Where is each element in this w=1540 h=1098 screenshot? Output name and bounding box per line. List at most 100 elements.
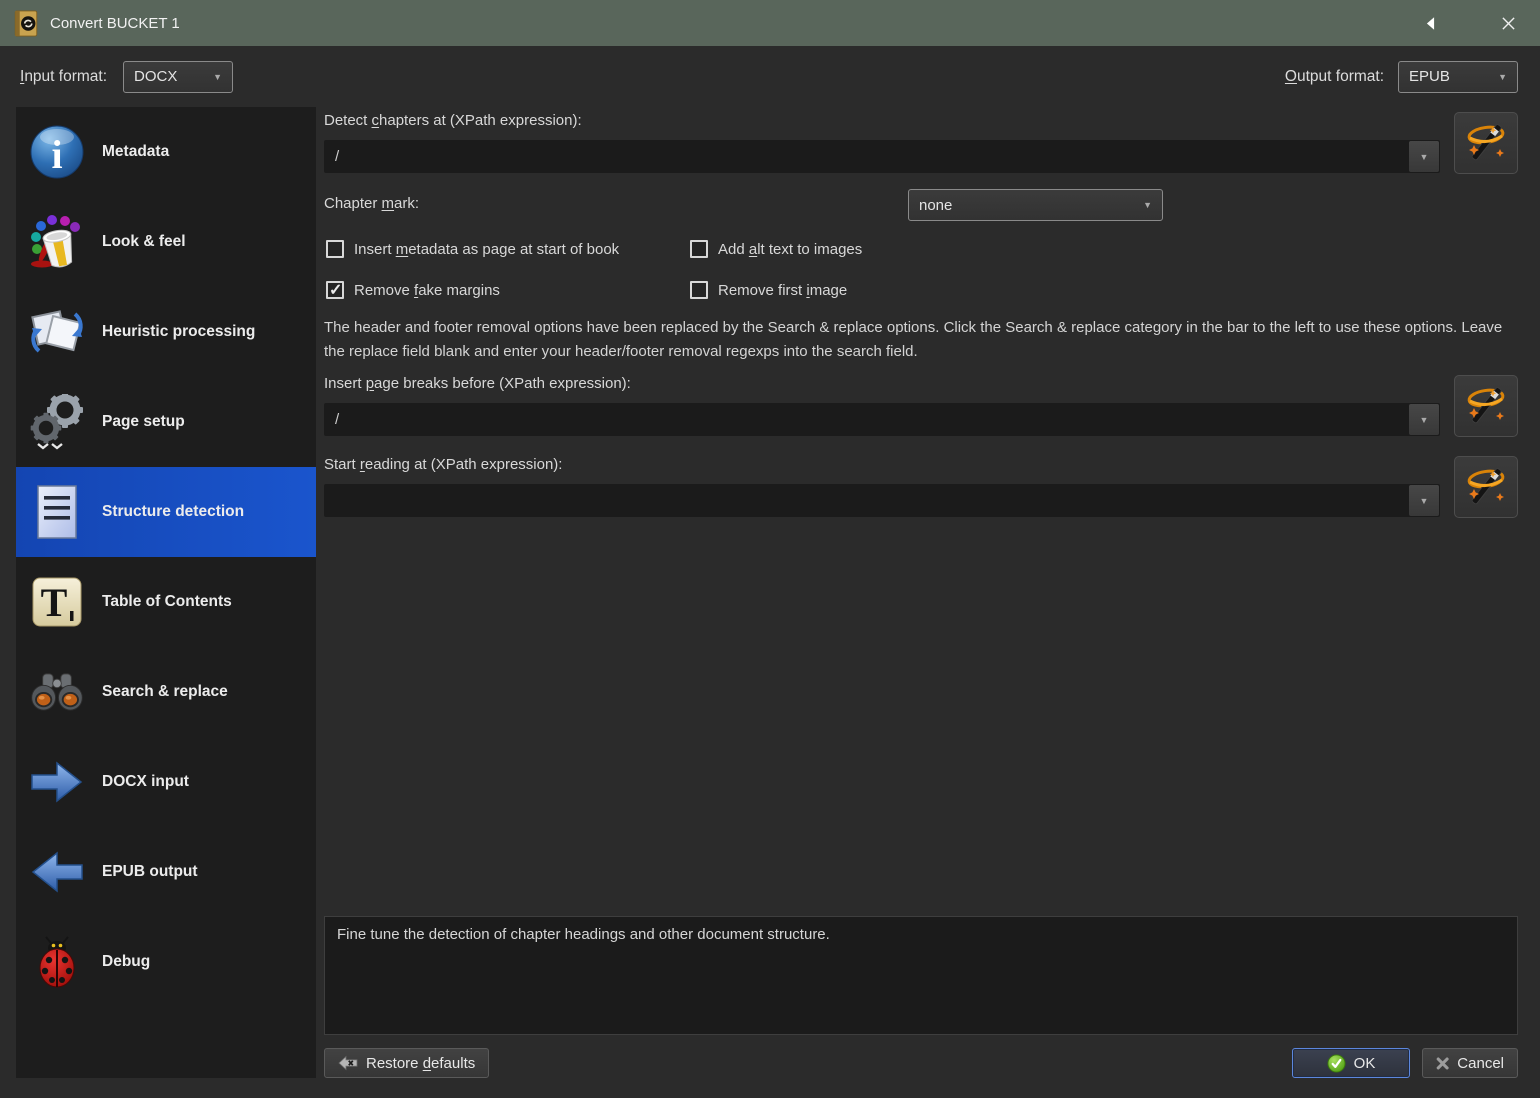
combo-dropdown-button[interactable]: ▼ — [1409, 404, 1439, 435]
sidebar-item-label: Debug — [102, 950, 150, 974]
sidebar-item-label: Look & feel — [102, 230, 186, 254]
sidebar-item-heuristic-processing[interactable]: Heuristic processing — [16, 287, 316, 377]
structure-detection-panel: Detect chapters at (XPath expression): /… — [324, 107, 1518, 1078]
shade-window-button[interactable] — [1410, 0, 1450, 46]
close-icon — [1501, 16, 1516, 31]
titlebar: Convert BUCKET 1 — [0, 0, 1540, 46]
sidebar-item-label: EPUB output — [102, 860, 198, 884]
sidebar-item-label: Heuristic processing — [102, 320, 255, 344]
xpath-wizard-button[interactable] — [1454, 375, 1518, 437]
sidebar-item-label: Search & replace — [102, 680, 228, 704]
detect-chapters-input[interactable]: / ▼ — [324, 140, 1440, 173]
dialog-footer: Restore defaults OK Cancel — [324, 1048, 1518, 1078]
sidebar-item-table-of-contents[interactable]: T Table of Contents — [16, 557, 316, 647]
app-icon — [14, 10, 38, 37]
description-text: Fine tune the detection of chapter headi… — [337, 926, 830, 943]
sidebar-item-debug[interactable]: Debug — [16, 917, 316, 1007]
svg-text:i: i — [51, 132, 62, 177]
sidebar-item-label: Table of Contents — [102, 590, 232, 614]
ok-label: OK — [1354, 1055, 1376, 1072]
chapter-mark-select[interactable]: none ▼ — [908, 189, 1163, 221]
magic-wand-icon — [1462, 119, 1510, 167]
cancel-label: Cancel — [1457, 1055, 1504, 1072]
input-format-label: Input format: — [20, 68, 107, 86]
sidebar-item-page-setup[interactable]: Page setup — [16, 377, 316, 467]
page-breaks-value: / — [324, 411, 1409, 428]
category-description: Fine tune the detection of chapter headi… — [324, 916, 1518, 1035]
checkbox-label: Remove first image — [718, 282, 847, 299]
detect-chapters-value: / — [324, 148, 1409, 165]
letter-tile-icon: T — [28, 573, 86, 631]
svg-text:T: T — [41, 580, 68, 625]
chevron-down-icon: ▼ — [1420, 496, 1429, 506]
chevron-down-icon: ▼ — [1135, 200, 1152, 210]
header-footer-notice: The header and footer removal options ha… — [324, 316, 1518, 364]
rotate-pages-icon — [28, 303, 86, 361]
check-circle-icon — [1327, 1054, 1346, 1073]
checkbox-label: Insert metadata as page at start of book — [354, 241, 619, 258]
checkbox[interactable] — [690, 281, 708, 299]
document-lines-icon — [28, 483, 86, 541]
cancel-button[interactable]: Cancel — [1422, 1048, 1518, 1078]
footer-actions: OK Cancel — [1292, 1048, 1518, 1078]
gears-icon — [28, 393, 86, 451]
magic-wand-icon — [1462, 463, 1510, 511]
window-title: Convert BUCKET 1 — [50, 15, 180, 32]
chapter-mark-label: Chapter mark: — [324, 195, 419, 217]
sidebar-item-label: Metadata — [102, 140, 169, 164]
remove-first-image-checkbox[interactable]: Remove first image — [690, 281, 847, 299]
page-breaks-label: Insert page breaks before (XPath express… — [324, 375, 1440, 397]
sidebar-item-label: DOCX input — [102, 770, 189, 794]
xpath-wizard-button[interactable] — [1454, 112, 1518, 174]
binoculars-icon — [28, 663, 86, 721]
combo-dropdown-button[interactable]: ▼ — [1409, 485, 1439, 516]
sidebar-item-search-replace[interactable]: Search & replace — [16, 647, 316, 737]
combo-dropdown-button[interactable]: ▼ — [1409, 141, 1439, 172]
checkbox[interactable] — [326, 281, 344, 299]
chapter-mark-value: none — [919, 197, 952, 214]
ok-button[interactable]: OK — [1292, 1048, 1410, 1078]
triangle-left-icon — [1426, 17, 1435, 30]
format-row: Input format: DOCX ▼ Output format: EPUB… — [0, 46, 1540, 107]
ladybug-icon — [28, 933, 86, 991]
start-reading-value — [324, 500, 1409, 501]
restore-defaults-label: Restore defaults — [366, 1055, 475, 1072]
start-reading-label: Start reading at (XPath expression): — [324, 456, 1440, 478]
magic-wand-icon — [1462, 382, 1510, 430]
start-reading-input[interactable]: ▼ — [324, 484, 1440, 517]
arrow-right-icon — [28, 753, 86, 811]
xpath-wizard-button[interactable] — [1454, 456, 1518, 518]
arrow-left-icon — [28, 843, 86, 901]
input-format-value: DOCX — [134, 68, 177, 85]
sidebar-item-docx-input[interactable]: DOCX input — [16, 737, 316, 827]
add-alt-text-checkbox[interactable]: Add alt text to images — [690, 240, 862, 258]
restore-defaults-button[interactable]: Restore defaults — [324, 1048, 489, 1078]
chevron-down-icon: ▼ — [1420, 415, 1429, 425]
chevron-down-icon: ▼ — [1490, 72, 1507, 82]
input-format-select[interactable]: DOCX ▼ — [123, 61, 233, 93]
x-icon — [1436, 1055, 1449, 1072]
chevron-down-icon: ▼ — [1420, 152, 1429, 162]
paint-bucket-icon — [28, 213, 86, 271]
detect-chapters-label: Detect chapters at (XPath expression): — [324, 112, 1440, 134]
sidebar-item-structure-detection[interactable]: Structure detection — [16, 467, 316, 557]
sidebar-item-metadata[interactable]: i Metadata — [16, 107, 316, 197]
sidebar-item-label: Structure detection — [102, 500, 244, 524]
checkbox[interactable] — [326, 240, 344, 258]
checkbox[interactable] — [690, 240, 708, 258]
sidebar-item-label: Page setup — [102, 410, 185, 434]
convert-dialog: Convert BUCKET 1 Input format: DOCX ▼ Ou… — [0, 0, 1540, 1098]
sidebar-item-look-and-feel[interactable]: Look & feel — [16, 197, 316, 287]
insert-metadata-checkbox[interactable]: Insert metadata as page at start of book — [326, 240, 690, 258]
checkbox-label: Add alt text to images — [718, 241, 862, 258]
category-list: i Metadata — [16, 107, 316, 1078]
output-format-select[interactable]: EPUB ▼ — [1398, 61, 1518, 93]
checkbox-label: Remove fake margins — [354, 282, 500, 299]
page-breaks-input[interactable]: / ▼ — [324, 403, 1440, 436]
remove-fake-margins-checkbox[interactable]: Remove fake margins — [326, 281, 690, 299]
close-button[interactable] — [1488, 0, 1528, 46]
sidebar-item-epub-output[interactable]: EPUB output — [16, 827, 316, 917]
output-format-value: EPUB — [1409, 68, 1450, 85]
chevron-down-icon: ▼ — [205, 72, 222, 82]
info-icon: i — [28, 123, 86, 181]
